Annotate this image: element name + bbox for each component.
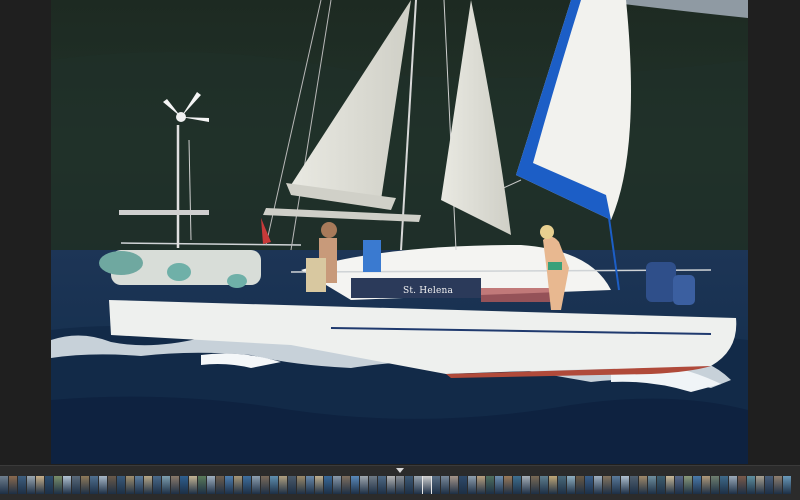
filmstrip-thumbnail[interactable] [315, 476, 323, 494]
filmstrip-thumbnail[interactable] [288, 476, 296, 494]
filmstrip-thumbnail[interactable] [9, 476, 17, 494]
main-photo[interactable]: St. Helena [51, 0, 748, 464]
filmstrip-thumbnail[interactable] [657, 476, 665, 494]
filmstrip-thumbnail[interactable] [18, 476, 26, 494]
filmstrip-thumbnail[interactable] [747, 476, 755, 494]
filmstrip-thumbnail[interactable] [306, 476, 314, 494]
filmstrip-thumbnail[interactable] [180, 476, 188, 494]
filmstrip-thumbnail[interactable] [405, 476, 413, 494]
filmstrip-thumbnail[interactable] [513, 476, 521, 494]
filmstrip-thumbnail[interactable] [422, 476, 432, 494]
filmstrip-thumbnail[interactable] [27, 476, 35, 494]
filmstrip-thumbnail[interactable] [297, 476, 305, 494]
filmstrip-thumbnail[interactable] [522, 476, 530, 494]
filmstrip-thumbnail[interactable] [0, 476, 8, 494]
filmstrip-thumbnail[interactable] [441, 476, 449, 494]
filmstrip-thumbnail[interactable] [594, 476, 602, 494]
filmstrip-thumbnail[interactable] [612, 476, 620, 494]
filmstrip-thumbnail[interactable] [270, 476, 278, 494]
filmstrip-thumbnail[interactable] [189, 476, 197, 494]
filmstrip-thumbnail[interactable] [90, 476, 98, 494]
filmstrip-thumbnail[interactable] [576, 476, 584, 494]
filmstrip-thumbnail[interactable] [378, 476, 386, 494]
filmstrip-thumbnail[interactable] [477, 476, 485, 494]
filmstrip-thumbnail[interactable] [234, 476, 242, 494]
filmstrip-thumbnail[interactable] [783, 476, 791, 494]
filmstrip-thumbnail[interactable] [414, 476, 422, 494]
boat-name-label: St. Helena [403, 286, 454, 296]
thumbnail-strip [0, 476, 800, 494]
filmstrip-thumbnail[interactable] [117, 476, 125, 494]
filmstrip-thumbnail[interactable] [243, 476, 251, 494]
filmstrip-thumbnail[interactable] [675, 476, 683, 494]
filmstrip-thumbnail[interactable] [567, 476, 575, 494]
filmstrip-thumbnail[interactable] [261, 476, 269, 494]
filmstrip-thumbnail[interactable] [198, 476, 206, 494]
filmstrip-thumbnail[interactable] [45, 476, 53, 494]
filmstrip-thumbnail[interactable] [702, 476, 710, 494]
filmstrip-thumbnail[interactable] [540, 476, 548, 494]
filmstrip-thumbnail[interactable] [36, 476, 44, 494]
filmstrip-thumbnail[interactable] [603, 476, 611, 494]
filmstrip-thumbnail[interactable] [99, 476, 107, 494]
filmstrip-thumbnail[interactable] [486, 476, 494, 494]
filmstrip-thumbnail[interactable] [765, 476, 773, 494]
filmstrip-thumbnail[interactable] [153, 476, 161, 494]
filmstrip-thumbnail[interactable] [396, 476, 404, 494]
filmstrip-thumbnail[interactable] [81, 476, 89, 494]
filmstrip-thumbnail[interactable] [585, 476, 593, 494]
filmstrip-thumbnail[interactable] [342, 476, 350, 494]
filmstrip-thumbnail[interactable] [684, 476, 692, 494]
filmstrip-thumbnail[interactable] [504, 476, 512, 494]
filmstrip-thumbnail[interactable] [279, 476, 287, 494]
filmstrip-thumbnail[interactable] [72, 476, 80, 494]
filmstrip-thumbnail[interactable] [468, 476, 476, 494]
filmstrip-thumbnail[interactable] [126, 476, 134, 494]
filmstrip-thumbnail[interactable] [144, 476, 152, 494]
filmstrip-thumbnail[interactable] [387, 476, 395, 494]
filmstrip-thumbnail[interactable] [351, 476, 359, 494]
filmstrip [0, 465, 800, 500]
filmstrip-thumbnail[interactable] [756, 476, 764, 494]
filmstrip-thumbnail[interactable] [54, 476, 62, 494]
filmstrip-thumbnail[interactable] [666, 476, 674, 494]
filmstrip-thumbnail[interactable] [558, 476, 566, 494]
filmstrip-thumbnail[interactable] [639, 476, 647, 494]
filmstrip-thumbnail[interactable] [171, 476, 179, 494]
filmstrip-thumbnail[interactable] [459, 476, 467, 494]
filmstrip-thumbnail[interactable] [720, 476, 728, 494]
filmstrip-thumbnail[interactable] [162, 476, 170, 494]
filmstrip-thumbnail[interactable] [630, 476, 638, 494]
filmstrip-thumbnail[interactable] [621, 476, 629, 494]
filmstrip-thumbnail[interactable] [135, 476, 143, 494]
filmstrip-thumbnail[interactable] [648, 476, 656, 494]
filmstrip-thumbnail[interactable] [531, 476, 539, 494]
filmstrip-thumbnail[interactable] [216, 476, 224, 494]
photo-image [51, 0, 748, 464]
filmstrip-thumbnail[interactable] [225, 476, 233, 494]
filmstrip-thumbnail[interactable] [738, 476, 746, 494]
filmstrip-thumbnail[interactable] [108, 476, 116, 494]
filmstrip-thumbnail[interactable] [369, 476, 377, 494]
filmstrip-thumbnail[interactable] [774, 476, 782, 494]
filmstrip-thumbnail[interactable] [495, 476, 503, 494]
filmstrip-thumbnail[interactable] [693, 476, 701, 494]
filmstrip-thumbnail[interactable] [207, 476, 215, 494]
filmstrip-thumbnail[interactable] [252, 476, 260, 494]
filmstrip-thumbnail[interactable] [63, 476, 71, 494]
filmstrip-thumbnail[interactable] [324, 476, 332, 494]
filmstrip-thumbnail[interactable] [333, 476, 341, 494]
filmstrip-thumbnail[interactable] [549, 476, 557, 494]
photo-viewer: St. Helena [0, 0, 800, 465]
filmstrip-thumbnail[interactable] [729, 476, 737, 494]
filmstrip-thumbnail[interactable] [711, 476, 719, 494]
filmstrip-thumbnail[interactable] [432, 476, 440, 494]
filmstrip-thumbnail[interactable] [360, 476, 368, 494]
filmstrip-thumbnail[interactable] [450, 476, 458, 494]
current-position-marker [396, 468, 404, 473]
